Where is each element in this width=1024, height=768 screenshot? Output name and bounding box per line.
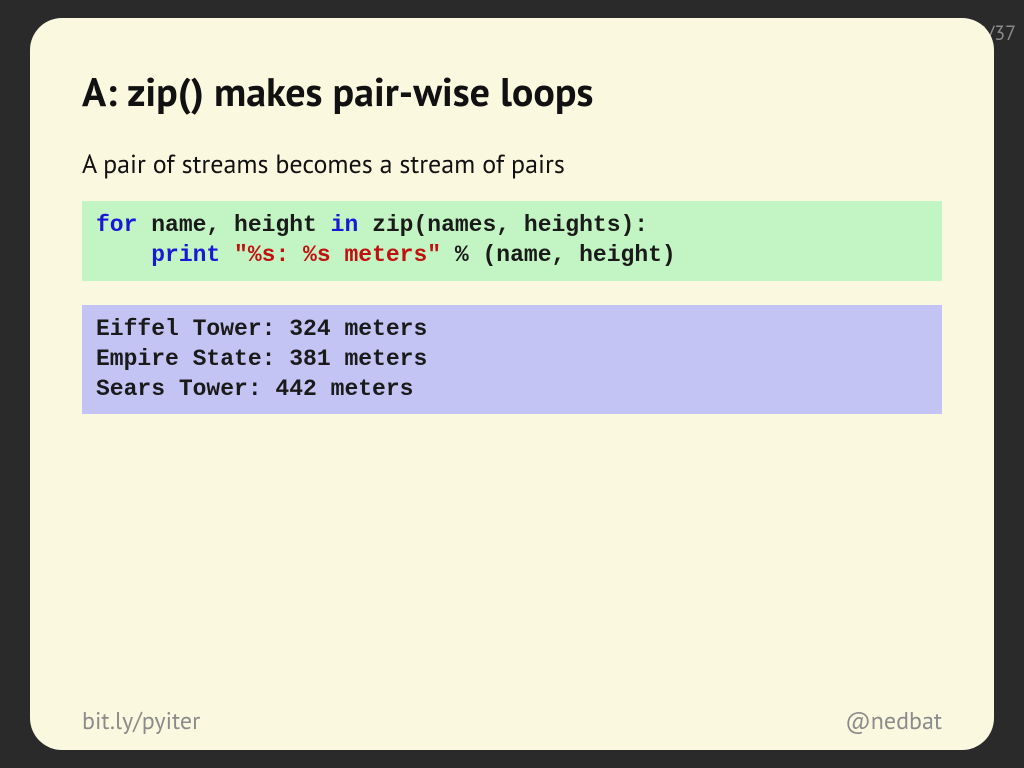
slide-footer: bit.ly/pyiter @nedbat [82, 705, 942, 736]
code-text: name, height [137, 212, 330, 238]
code-text: zip(names, heights): [358, 212, 648, 238]
code-string: "%s: %s meters" [234, 242, 441, 268]
code-text: % (name, height) [441, 242, 676, 268]
slide-title: A: zip() makes pair-wise loops [82, 66, 942, 118]
code-block: for name, height in zip(names, heights):… [82, 201, 942, 281]
code-keyword: in [331, 212, 359, 238]
code-keyword: for [96, 212, 137, 238]
footer-link: bit.ly/pyiter [82, 705, 200, 736]
slide: A: zip() makes pair-wise loops A pair of… [30, 18, 994, 750]
code-indent [96, 242, 151, 268]
footer-handle: @nedbat [845, 705, 942, 736]
code-keyword: print [151, 242, 220, 268]
output-block: Eiffel Tower: 324 meters Empire State: 3… [82, 305, 942, 415]
code-text [220, 242, 234, 268]
slide-subtitle: A pair of streams becomes a stream of pa… [82, 148, 942, 181]
